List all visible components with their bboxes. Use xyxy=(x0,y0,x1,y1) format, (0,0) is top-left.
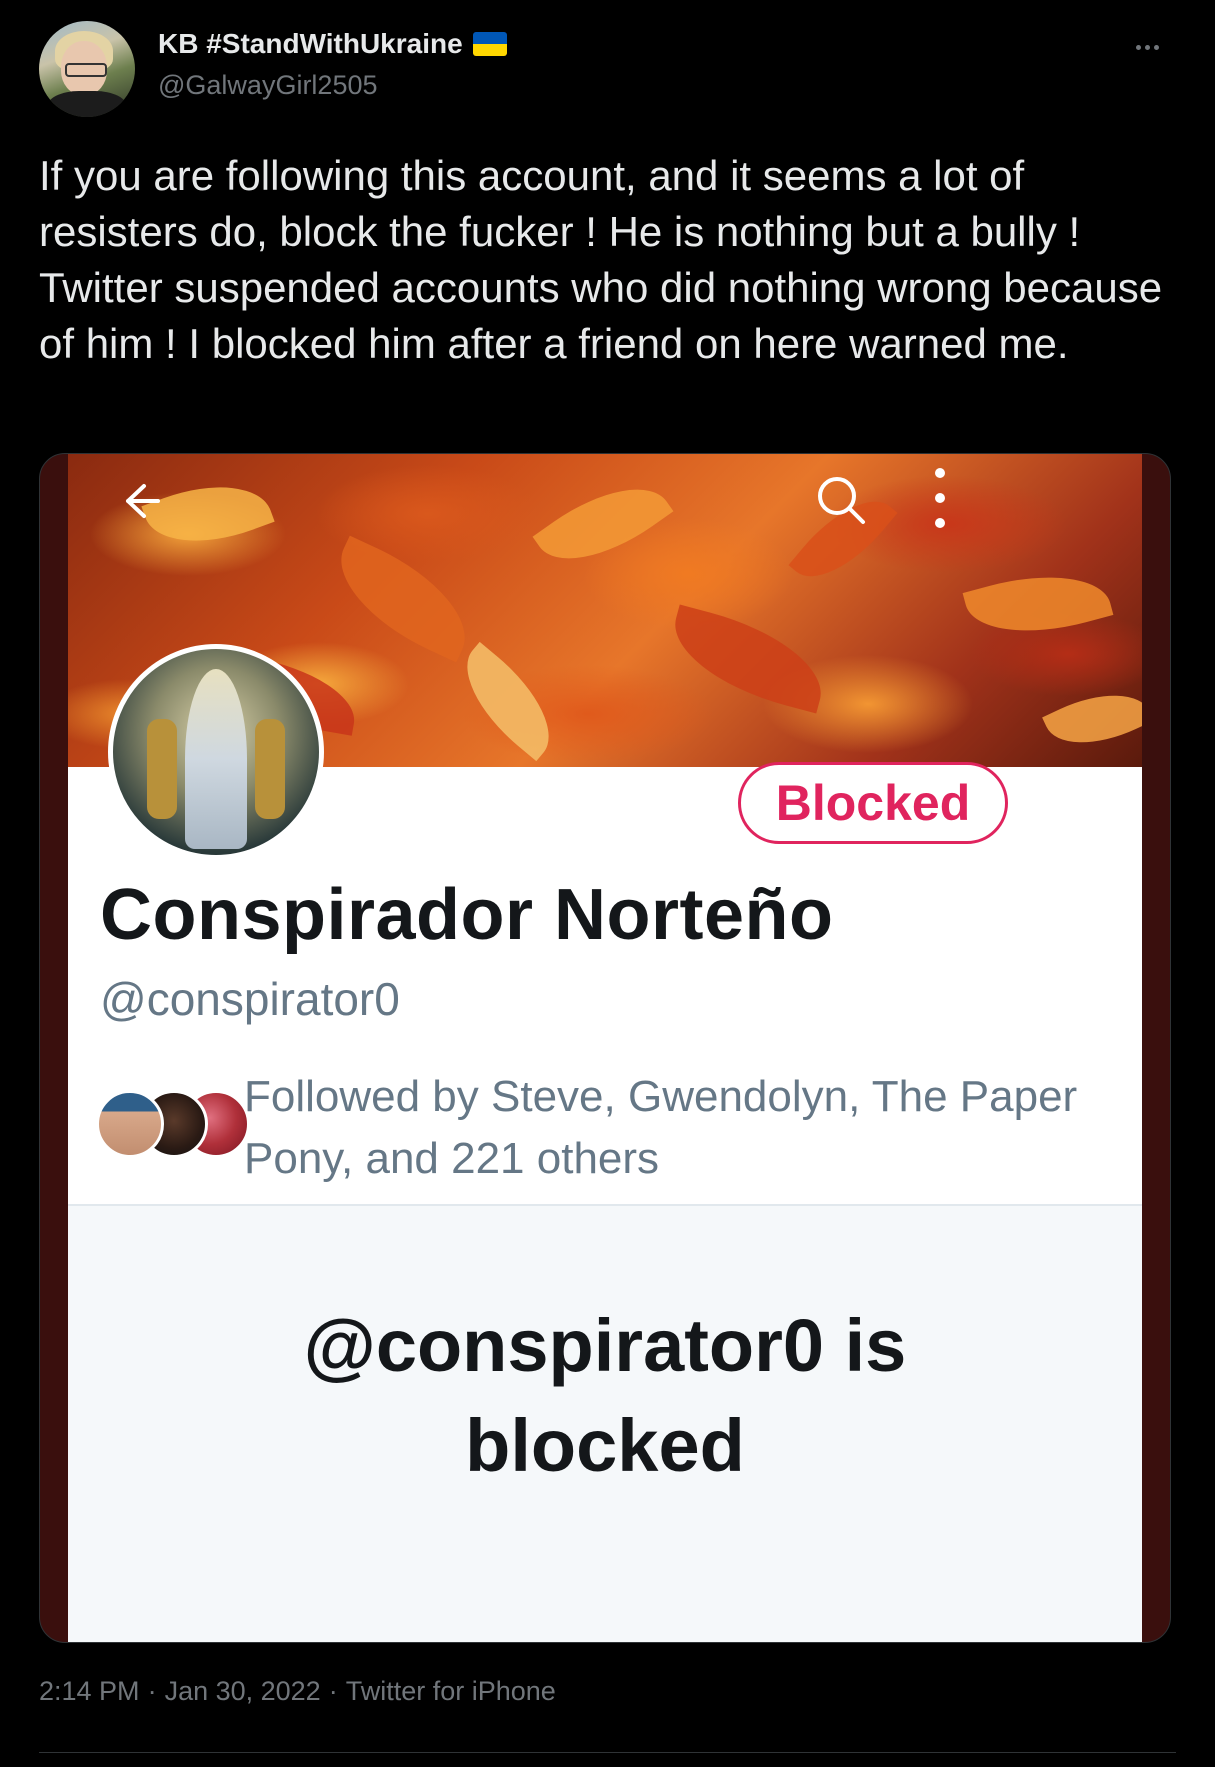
blocked-notice-line-1: @conspirator0 is xyxy=(303,1304,907,1387)
search-icon[interactable] xyxy=(813,472,869,537)
tweet-text: If you are following this account, and i… xyxy=(39,152,1174,367)
profile-screenshot: Blocked Conspirador Norteño @conspirator… xyxy=(68,454,1142,1642)
blocked-notice-title: @conspirator0 is blocked xyxy=(68,1296,1142,1496)
tweet-time[interactable]: 2:14 PM xyxy=(39,1676,140,1707)
author-avatar[interactable] xyxy=(39,21,135,117)
avatar-shirt xyxy=(47,91,127,117)
blocked-button[interactable]: Blocked xyxy=(738,762,1008,844)
tweet-date[interactable]: Jan 30, 2022 xyxy=(165,1676,321,1707)
bottom-divider xyxy=(39,1752,1176,1753)
profile-handle: @conspirator0 xyxy=(100,973,400,1025)
followed-by-text: Followed by Steve, Gwendolyn, The Paper … xyxy=(244,1072,1078,1183)
tweet-source[interactable]: Twitter for iPhone xyxy=(346,1676,556,1707)
back-arrow-icon[interactable] xyxy=(114,476,164,535)
author-display-name-row[interactable]: KB #StandWithUkraine xyxy=(158,28,507,60)
followed-by-row[interactable]: Followed by Steve, Gwendolyn, The Paper … xyxy=(96,1066,1096,1186)
author-display-name[interactable]: KB #StandWithUkraine xyxy=(158,28,463,60)
avatar-glasses xyxy=(65,63,107,77)
overflow-menu-icon[interactable] xyxy=(928,468,952,528)
blocked-notice-line-2: blocked xyxy=(465,1404,745,1487)
meta-separator: · xyxy=(147,1676,157,1706)
follower-avatar xyxy=(96,1090,164,1158)
tweet-media-image[interactable]: Blocked Conspirador Norteño @conspirator… xyxy=(39,453,1171,1643)
tweet: KB #StandWithUkraine @GalwayGirl2505 If … xyxy=(0,0,1215,1767)
blocked-notice-panel: @conspirator0 is blocked xyxy=(68,1206,1142,1642)
profile-name: Conspirador Norteño xyxy=(100,875,834,955)
ukraine-flag-icon xyxy=(472,32,507,56)
author-handle[interactable]: @GalwayGirl2505 xyxy=(158,70,378,101)
more-options-icon[interactable] xyxy=(1127,32,1167,62)
meta-separator: · xyxy=(328,1676,338,1706)
tweet-metadata: 2:14 PM · Jan 30, 2022 · Twitter for iPh… xyxy=(39,1676,556,1707)
profile-avatar[interactable] xyxy=(108,644,324,860)
